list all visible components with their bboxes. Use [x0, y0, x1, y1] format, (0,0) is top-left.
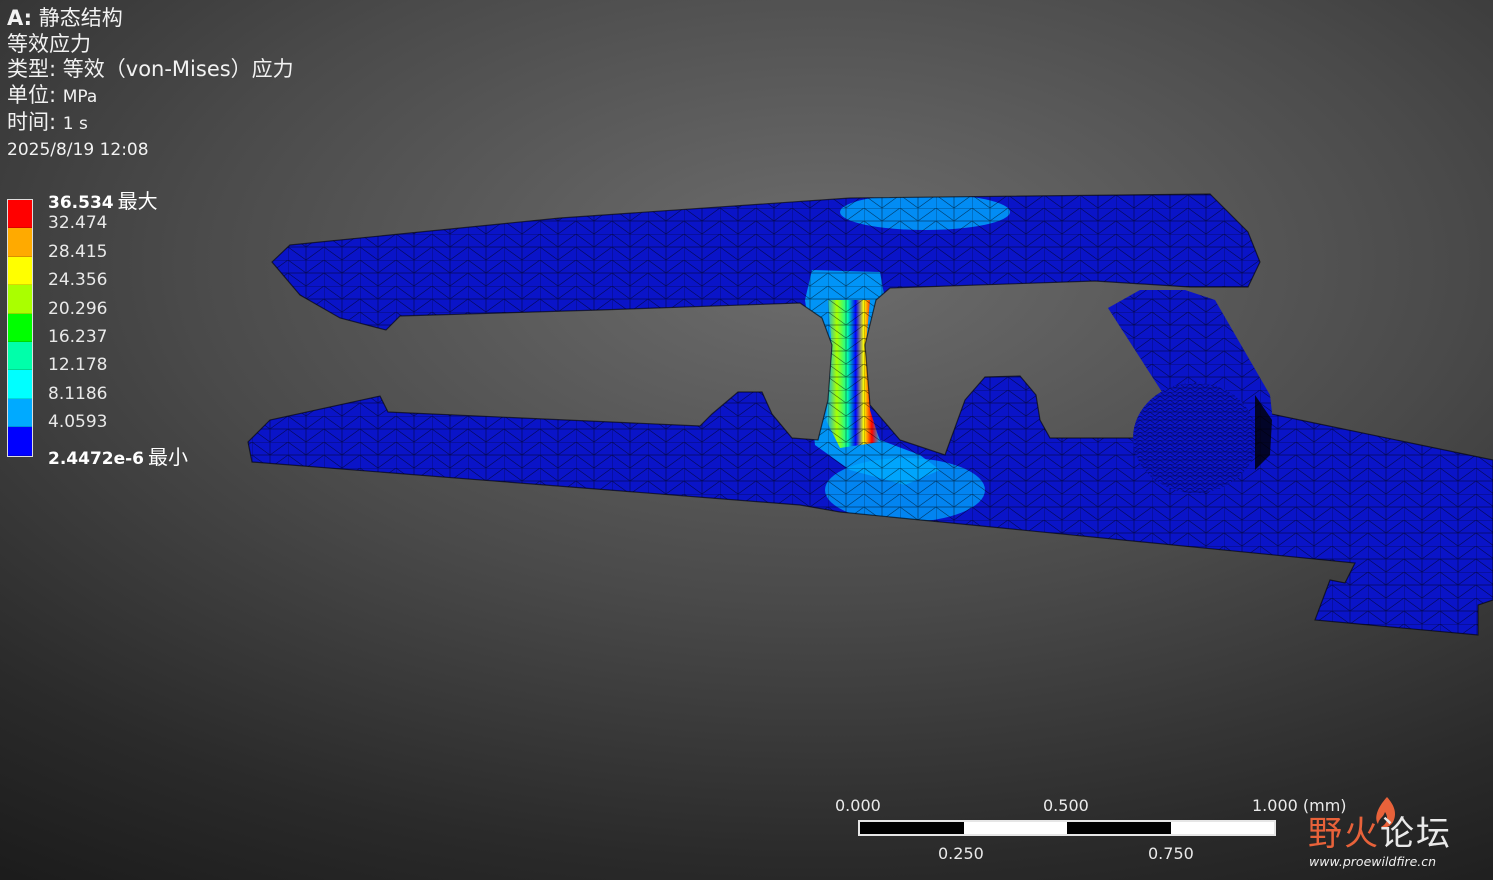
scale-bar-segment	[1170, 822, 1274, 834]
scale-bar-segment	[1067, 822, 1171, 834]
watermark-title: 野火论坛	[1308, 806, 1452, 855]
scale-bar-segment	[860, 822, 964, 834]
scale-top-label-1: 0.000	[835, 796, 881, 815]
watermark-title-accent: 野火	[1308, 814, 1380, 854]
scale-bottom-label-2: 0.750	[1148, 844, 1194, 863]
watermark-url: www.proewildfire.cn	[1309, 854, 1437, 869]
scale-bar: 0.000 0.500 1.000 (mm) 0.250 0.750	[830, 792, 1360, 863]
forum-watermark: 野火论坛 www.proewildfire.cn	[1305, 797, 1485, 872]
scale-bottom-label-1: 0.250	[938, 844, 984, 863]
scale-bar-track	[858, 820, 1276, 836]
scale-top-label-2: 0.500	[1043, 796, 1089, 815]
model-viewport[interactable]	[0, 0, 1493, 880]
watermark-title-rest: 论坛	[1380, 814, 1452, 854]
scale-bar-segment	[963, 822, 1067, 834]
